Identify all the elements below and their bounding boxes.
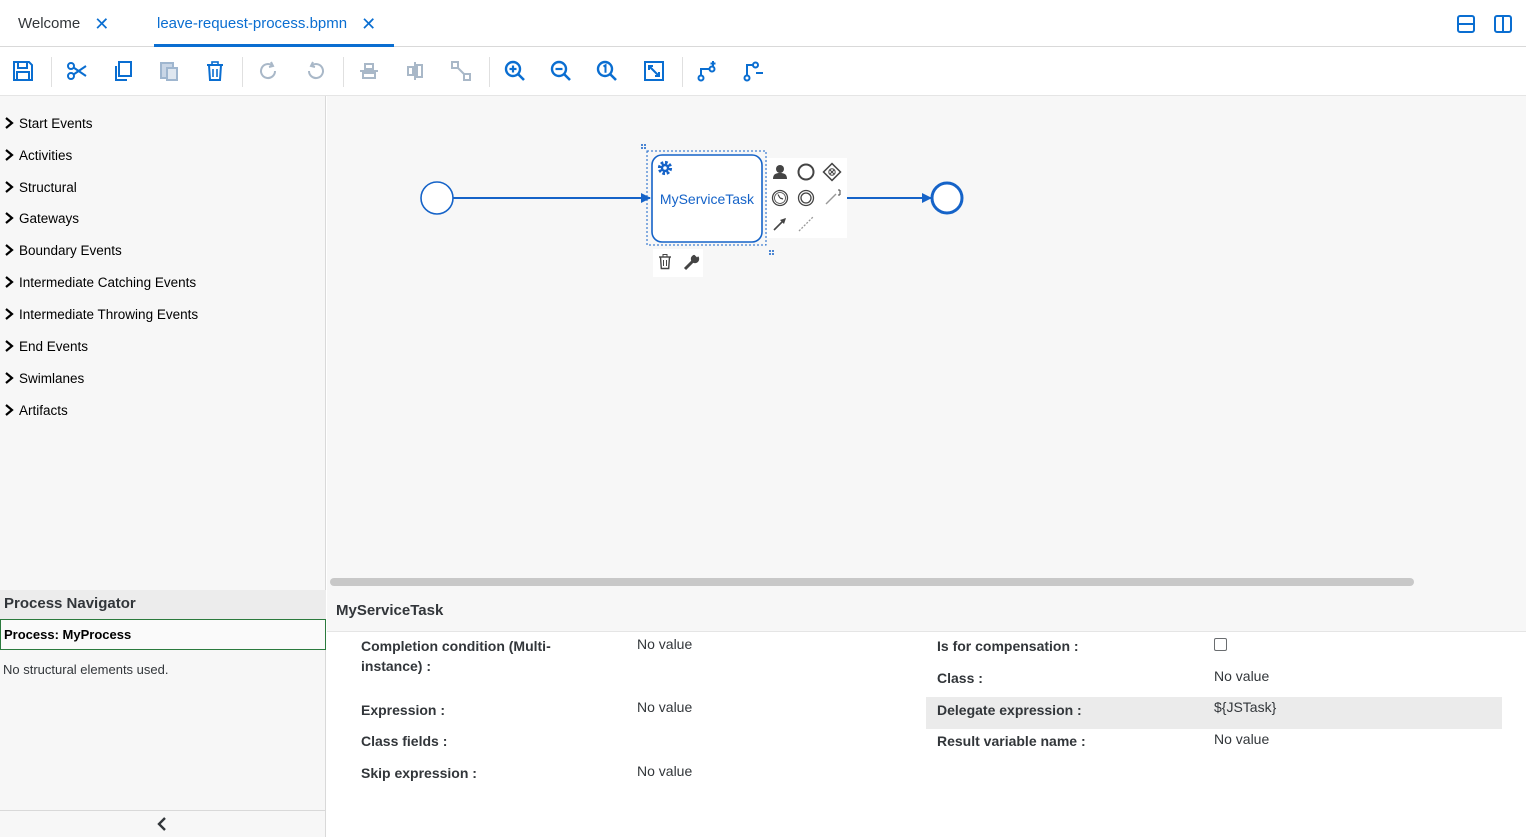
split-horizontal-icon[interactable]	[1455, 13, 1477, 35]
chevron-right-icon	[4, 117, 16, 129]
task-label: MyServiceTask	[660, 191, 755, 207]
align-horizontal-icon[interactable]	[356, 58, 382, 84]
property-label: Completion condition (Multi-	[361, 638, 551, 654]
chevron-right-icon	[4, 372, 16, 384]
navigator-empty-message: No structural elements used.	[3, 662, 169, 677]
chevron-right-icon	[4, 276, 16, 288]
palette-item-swimlanes[interactable]: Swimlanes	[4, 367, 84, 389]
close-icon[interactable]: ✕	[94, 15, 109, 33]
cut-icon[interactable]	[64, 58, 90, 84]
chevron-left-icon[interactable]	[155, 816, 169, 832]
tab-welcome[interactable]: Welcome ✕	[18, 0, 109, 47]
zoom-in-icon[interactable]	[502, 58, 528, 84]
property-label: Result variable name :	[937, 733, 1086, 749]
properties-panel: MyServiceTask Completion condition (Mult…	[327, 590, 1526, 837]
properties-title: MyServiceTask	[327, 590, 1526, 632]
resize-handle[interactable]	[769, 250, 774, 255]
palette-item-label: Start Events	[19, 115, 93, 131]
chevron-right-icon	[4, 244, 16, 256]
property-label: Delegate expression :	[937, 702, 1082, 718]
palette-item-structural[interactable]: Structural	[4, 176, 77, 198]
chevron-right-icon	[4, 308, 16, 320]
fit-to-window-icon[interactable]	[641, 58, 667, 84]
palette-item-artifacts[interactable]: Artifacts	[4, 399, 68, 421]
tab-welcome-label: Welcome	[18, 15, 81, 32]
split-vertical-icon[interactable]	[1492, 13, 1514, 35]
chevron-right-icon	[4, 404, 16, 416]
redo-icon[interactable]	[256, 58, 282, 84]
navigator-footer	[0, 810, 326, 837]
add-connection-icon[interactable]	[695, 58, 721, 84]
palette-item-start-events[interactable]: Start Events	[4, 112, 93, 134]
property-value[interactable]: No value	[637, 634, 692, 654]
zoom-out-icon[interactable]	[548, 58, 574, 84]
process-node[interactable]: Process: MyProcess	[0, 619, 326, 650]
undo-icon[interactable]	[302, 58, 328, 84]
property-label: Class fields :	[361, 733, 448, 749]
toolbar-separator	[242, 57, 243, 87]
palette-item-label: Boundary Events	[19, 242, 122, 258]
close-icon[interactable]: ✕	[361, 15, 376, 33]
zoom-reset-icon[interactable]	[594, 58, 620, 84]
palette-item-label: Gateways	[19, 210, 80, 226]
distribute-icon[interactable]	[448, 58, 474, 84]
palette-item-label: Intermediate Throwing Events	[19, 306, 199, 322]
tab-leave-request-process[interactable]: leave-request-process.bpmn ✕	[153, 0, 395, 47]
save-icon[interactable]	[10, 58, 36, 84]
chevron-right-icon	[4, 340, 16, 352]
delete-icon[interactable]	[202, 58, 228, 84]
palette-item-end-events[interactable]: End Events	[4, 335, 88, 357]
property-value[interactable]: No value	[1214, 729, 1269, 749]
start-event[interactable]	[420, 181, 454, 215]
compensation-checkbox[interactable]	[1214, 638, 1227, 651]
palette-item-intermediate-throwing-events[interactable]: Intermediate Throwing Events	[4, 303, 198, 325]
property-value[interactable]: ${JSTask}	[1214, 697, 1276, 717]
toolbar-separator	[343, 57, 344, 87]
palette-item-label: Activities	[19, 147, 73, 163]
editor-tab-bar: Welcome ✕ leave-request-process.bpmn ✕	[0, 0, 1526, 47]
process-navigator: Process Navigator Process: MyProcess No …	[0, 590, 326, 837]
property-label: Class :	[937, 670, 983, 686]
property-label: instance) :	[361, 658, 432, 674]
palette-item-label: Intermediate Catching Events	[19, 274, 197, 290]
palette-item-boundary-events[interactable]: Boundary Events	[4, 239, 122, 261]
property-value[interactable]: No value	[637, 761, 692, 781]
palette-item-label: Swimlanes	[19, 370, 85, 386]
palette-item-activities[interactable]: Activities	[4, 144, 72, 166]
palette-panel: Start Events Activities Structural Gatew…	[0, 96, 326, 590]
property-value[interactable]: No value	[1214, 666, 1269, 686]
palette-item-gateways[interactable]: Gateways	[4, 207, 79, 229]
resize-handle[interactable]	[641, 144, 646, 149]
toolbar-separator	[489, 57, 490, 87]
palette-item-label: Artifacts	[19, 402, 68, 418]
property-label: Skip expression :	[361, 765, 477, 781]
toolbar-separator	[682, 57, 683, 87]
align-vertical-icon[interactable]	[402, 58, 428, 84]
palette-item-label: Structural	[19, 179, 77, 195]
canvas-horizontal-scrollbar[interactable]	[330, 578, 1414, 586]
chevron-right-icon	[4, 212, 16, 224]
paste-icon[interactable]	[156, 58, 182, 84]
append-timer-event-icon[interactable]	[771, 189, 789, 207]
property-label: Expression :	[361, 702, 446, 718]
route-connection-icon[interactable]	[741, 58, 767, 84]
diagram-canvas[interactable]: MyServiceTask	[327, 96, 1526, 590]
tab-bpmn-label: leave-request-process.bpmn	[157, 15, 348, 32]
end-event[interactable]	[930, 181, 964, 215]
copy-icon[interactable]	[110, 58, 136, 84]
palette-item-intermediate-catching-events[interactable]: Intermediate Catching Events	[4, 271, 196, 293]
toolbar-separator	[51, 57, 52, 87]
chevron-right-icon	[4, 181, 16, 193]
property-label: Is for compensation :	[937, 638, 1079, 654]
process-navigator-title: Process Navigator	[0, 590, 326, 619]
chevron-right-icon	[4, 149, 16, 161]
editor-toolbar	[0, 47, 1526, 96]
palette-item-label: End Events	[19, 338, 89, 354]
property-value[interactable]: No value	[637, 697, 692, 717]
